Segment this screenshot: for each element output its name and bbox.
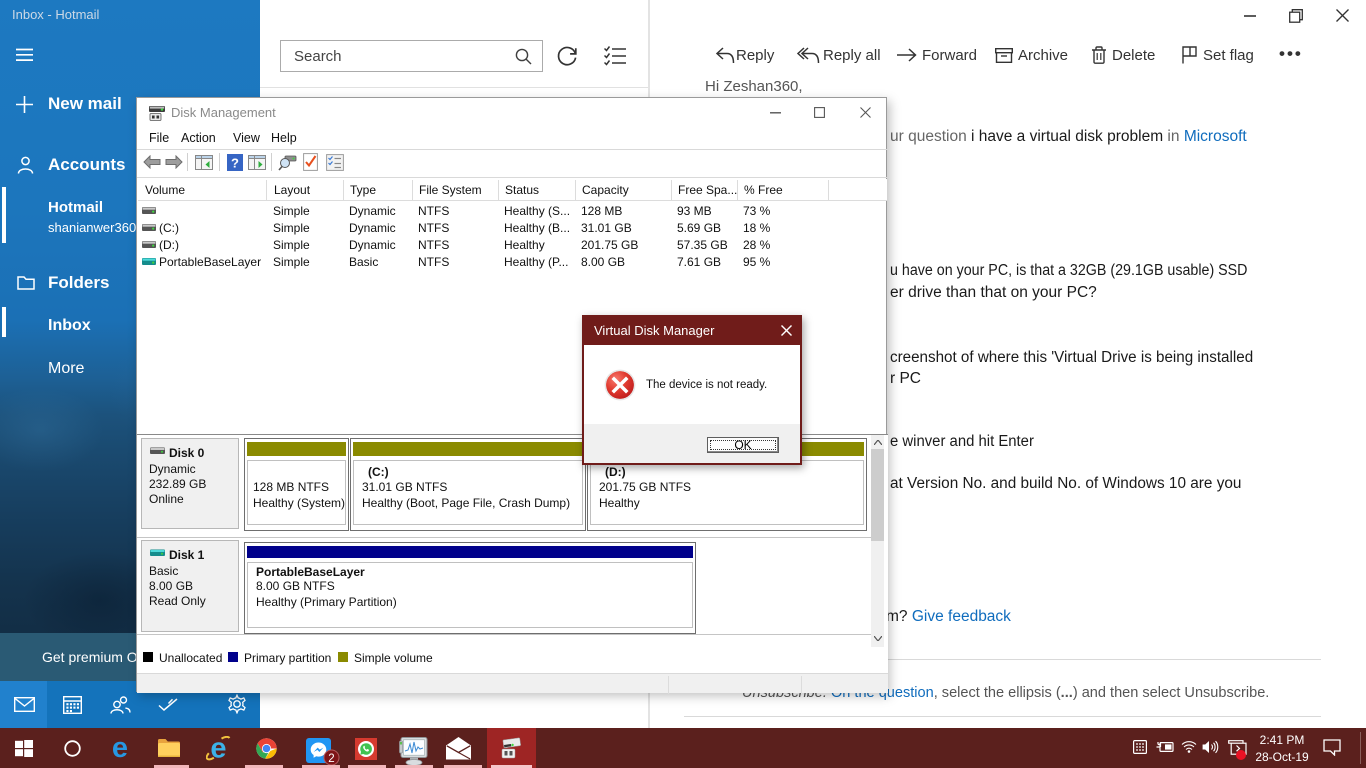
svg-text:2: 2 [328,753,334,765]
svg-text:?: ? [231,156,239,171]
svg-text:e: e [112,736,128,761]
